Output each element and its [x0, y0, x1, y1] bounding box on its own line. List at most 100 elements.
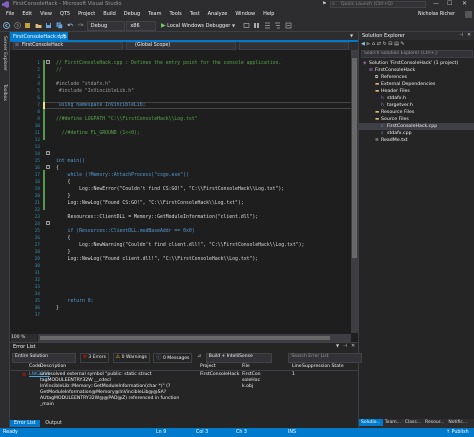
code-line[interactable]: // — [56, 67, 62, 74]
column-header[interactable]: Code — [29, 364, 41, 369]
menu-item-edit[interactable]: Edit — [18, 9, 36, 20]
sync-icon[interactable]: ⇄ — [377, 41, 381, 47]
show-all-files-icon[interactable]: ▤ — [394, 41, 399, 47]
tree-item[interactable]: ▬ External Dependencies — [359, 81, 474, 88]
save-all-icon[interactable] — [56, 22, 63, 29]
code-line[interactable]: if (Resources::ClientDLL.modBaseAddr == … — [56, 228, 195, 235]
menu-item-build[interactable]: Build — [99, 9, 120, 20]
pin-icon[interactable]: ⊣ — [459, 32, 463, 38]
menu-item-view[interactable]: View — [36, 9, 56, 20]
column-header[interactable]: Project — [200, 364, 216, 369]
new-project-icon[interactable] — [24, 22, 31, 29]
menu-item-window[interactable]: Window — [231, 9, 259, 20]
warnings-filter-button[interactable]: ⚠ 0 Warnings — [112, 353, 150, 363]
code-line[interactable]: Log::NewLog("Found client.dll!", "C:\\Fi… — [56, 256, 259, 263]
messages-filter-button[interactable]: ⓘ 0 Messages — [153, 353, 193, 363]
code-line[interactable]: int main() — [56, 158, 85, 165]
start-debugging-button[interactable]: ▶ Local Windows Debugger ▼ — [161, 22, 235, 29]
code-line[interactable]: //#define LOGPATH "C:\\FirstConsoleHack\… — [56, 116, 198, 123]
zoom-level[interactable]: 100 % — [11, 334, 37, 342]
code-line[interactable]: } — [56, 193, 71, 200]
close-icon[interactable]: ✕ — [351, 343, 355, 349]
tool-icon-5[interactable] — [285, 22, 292, 29]
code-line[interactable]: return 0; — [56, 298, 94, 305]
fold-marker-icon[interactable]: − — [46, 60, 50, 64]
code-line[interactable]: Log::NewLog("Found CS:GO!", "C:\\FirstCo… — [56, 200, 244, 207]
solution-bottom-tab[interactable]: Team... — [383, 419, 403, 426]
server-explorer-tab[interactable]: Server Explorer — [2, 36, 7, 71]
tree-item[interactable]: ▬ Source Files — [359, 116, 474, 123]
solution-bottom-tab[interactable]: Resour... — [423, 419, 446, 426]
tab-firstconsolehack-cpp[interactable]: FirstConsoleHack.cpp ⊣ ✕ — [10, 32, 68, 42]
column-header[interactable]: File — [242, 364, 250, 369]
avatar[interactable] — [465, 11, 472, 18]
properties-icon[interactable]: ✎ — [400, 41, 404, 47]
toolbox-tab[interactable]: Toolbox — [2, 84, 7, 101]
tree-item[interactable]: ◈ Solution 'FirstConsoleHack' (1 project) — [359, 60, 474, 67]
fold-marker-icon[interactable]: − — [46, 165, 50, 169]
solution-bottom-tab[interactable]: Notific... — [446, 419, 469, 426]
chevron-down-icon[interactable]: ▼ — [336, 343, 339, 348]
code-line[interactable]: { — [56, 179, 71, 186]
code-line[interactable]: } — [56, 305, 59, 312]
notifications-icon[interactable]: ⚑ — [322, 1, 326, 7]
menu-item-file[interactable]: File — [2, 9, 18, 20]
tab-error-list[interactable]: Error List — [10, 420, 40, 427]
open-file-icon[interactable] — [35, 22, 42, 29]
code-area[interactable]: // FirstConsoleHack.cpp : Defines the en… — [10, 50, 350, 342]
tool-icon-4[interactable] — [274, 22, 281, 29]
menu-item-qt5[interactable]: QT5 — [56, 9, 74, 20]
tree-item[interactable]: h stdafx.h — [359, 95, 474, 102]
code-line[interactable]: using namespace InVincibleLib; — [56, 102, 146, 109]
error-row[interactable]: ⊗ LNK2019 unresolved external symbol "pu… — [10, 372, 358, 416]
code-line[interactable]: // FirstConsoleHack.cpp : Defines the en… — [56, 60, 281, 67]
horizontal-scrollbar[interactable] — [38, 334, 351, 342]
tab-close-icon[interactable]: ✕ — [62, 33, 66, 39]
solution-bottom-tab[interactable]: Class... — [403, 419, 423, 426]
scrollbar-thumb[interactable] — [352, 58, 357, 258]
filter-icon[interactable]: ⊿ — [197, 353, 201, 359]
code-line[interactable]: #include "stdafx.h" — [56, 81, 111, 88]
fold-marker-icon[interactable]: − — [46, 151, 50, 155]
tree-item[interactable]: ▬ Header Files — [359, 88, 474, 95]
tree-item[interactable]: h targetver.h — [359, 102, 474, 109]
pin-icon[interactable]: ⊣ — [56, 33, 60, 39]
fold-marker-icon[interactable]: − — [46, 221, 50, 225]
undo-icon[interactable] — [66, 22, 74, 29]
code-line[interactable]: Log::NewWarning("Couldn't find client.dl… — [56, 242, 304, 249]
quick-launch-input[interactable]: Quick Launch (Ctrl+Q) — [330, 1, 426, 8]
home-icon[interactable]: ⌂ — [372, 41, 375, 47]
menu-item-tools[interactable]: Tools — [165, 9, 185, 20]
code-line[interactable]: } — [56, 249, 71, 256]
back-icon[interactable]: ◀ — [361, 41, 365, 47]
code-line[interactable]: Resources::ClientDLL = Memory::GetModule… — [56, 214, 259, 221]
refresh-icon[interactable]: ↻ — [382, 41, 386, 47]
member-combo[interactable] — [239, 42, 349, 50]
tool-icon-2[interactable] — [253, 22, 260, 29]
tree-item[interactable]: ≡ ReadMe.txt — [359, 137, 474, 144]
tab-overflow-icon[interactable]: ▼ — [350, 33, 353, 38]
horizontal-scrollbar-thumb[interactable] — [40, 336, 330, 340]
publish-button[interactable]: ↑ Publish — [446, 430, 469, 435]
collapse-all-icon[interactable]: ⊟ — [388, 41, 392, 47]
column-header[interactable]: Suppression State — [302, 364, 344, 369]
back-icon[interactable] — [3, 22, 10, 29]
pin-icon[interactable]: ⊣ — [343, 343, 347, 349]
code-editor[interactable]: 1 2 3 4 5 6 7 8 9 10 11 12 13 14 15 16 17 18 19 20 21 22 23 24 2… — [10, 50, 358, 342]
minimize-button[interactable]: — — [433, 0, 439, 7]
solution-search-input[interactable]: Search Solution Explorer (Ctrl+;) — [361, 50, 473, 58]
menu-item-test[interactable]: Test — [186, 9, 204, 20]
tree-item[interactable]: c FirstConsoleHack.cpp — [359, 123, 474, 130]
errors-filter-button[interactable]: ⊗ 3 Errors — [79, 353, 109, 363]
project-combo[interactable]: FirstConsoleHack — [13, 42, 123, 50]
menu-item-project[interactable]: Project — [74, 9, 99, 20]
close-button[interactable]: ✕ — [462, 0, 467, 7]
redo-icon[interactable] — [77, 22, 84, 29]
build-filter-select[interactable]: Build + IntelliSense — [205, 353, 272, 363]
code-line[interactable]: //#define FL_GROUND (1<<0); — [56, 130, 140, 137]
tree-item[interactable]: ⧉ References — [359, 74, 474, 81]
tab-output[interactable]: Output — [41, 420, 66, 427]
code-line[interactable]: Log::NewError("Couldn't find CS:GO!", "C… — [56, 186, 284, 193]
platform-select[interactable]: x86 — [126, 21, 157, 31]
save-icon[interactable] — [45, 22, 52, 29]
